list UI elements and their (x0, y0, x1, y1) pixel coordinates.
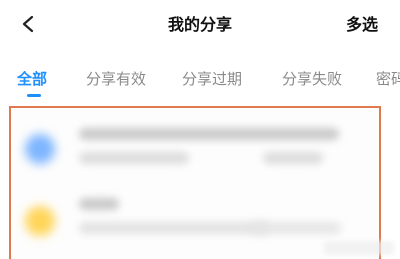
tab-valid[interactable]: 分享有效 (86, 68, 146, 89)
tab-password[interactable]: 密码 (376, 68, 400, 89)
blurred-filename (79, 198, 119, 210)
blurred-filename (79, 128, 339, 140)
tab-all[interactable]: 全部 (17, 68, 47, 89)
blurred-watermark (324, 241, 394, 255)
multi-select-button[interactable]: 多选 (346, 11, 378, 35)
share-status-tabs: 全部 分享有效 分享过期 分享失败 密码 (0, 62, 400, 98)
tab-expired[interactable]: 分享过期 (182, 68, 242, 89)
blurred-meta-right (251, 222, 341, 234)
folder-icon (25, 206, 55, 236)
file-icon (25, 134, 55, 164)
active-tab-indicator (27, 94, 41, 97)
blurred-meta (79, 152, 189, 164)
top-bar: 我的分享 多选 (0, 0, 400, 50)
tab-failed[interactable]: 分享失败 (282, 68, 342, 89)
chevron-left-icon (22, 15, 34, 33)
share-list-highlight (9, 106, 381, 259)
list-item[interactable] (11, 120, 379, 190)
blurred-meta (79, 222, 269, 234)
back-button[interactable] (14, 12, 42, 36)
page-title: 我的分享 (167, 15, 232, 34)
blurred-meta-right (263, 152, 323, 164)
